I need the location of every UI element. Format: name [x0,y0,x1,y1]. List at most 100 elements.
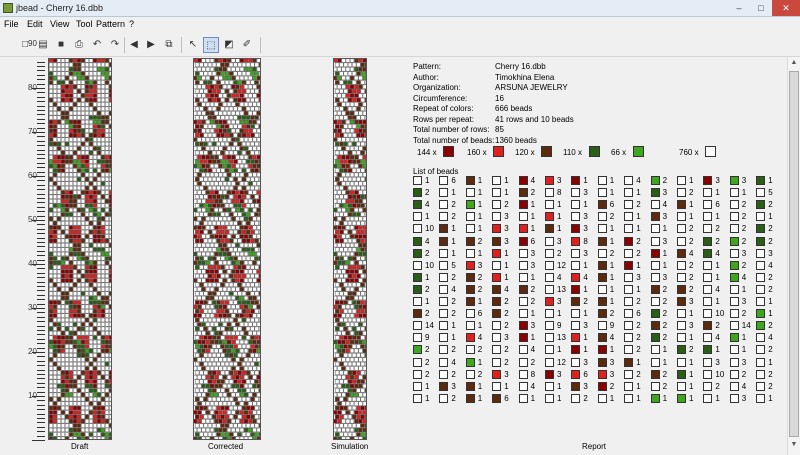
bead-cell [248,102,253,107]
bead-cell [210,216,215,221]
bead-cell [229,309,234,314]
bead-cell [69,326,73,331]
bead-cell [77,419,81,424]
bead-cell [229,265,234,270]
fill-icon[interactable]: ◩ [221,37,237,53]
draft-view[interactable] [48,58,112,440]
corrected-view[interactable] [193,58,261,440]
bead-cell [334,419,338,424]
ruler-tick [37,400,45,402]
bead-cell [53,181,57,186]
bead-cell [93,111,97,116]
bead-cell [101,436,105,439]
pointer-icon[interactable]: ↖ [185,37,201,53]
simulation-view[interactable] [333,58,367,440]
print-icon[interactable]: ⎙ [71,37,87,53]
bead-cell [65,379,69,384]
redo-icon[interactable]: ↷ [107,37,123,53]
bead-count: 3 [741,248,747,258]
bead-cell [53,401,57,406]
rotate-right-icon[interactable]: ▶ [143,37,159,53]
bead-cell [220,97,225,103]
bead-color-swatch [650,284,660,294]
rotate-left-icon[interactable]: ◀ [126,37,142,53]
scroll-down-icon[interactable]: ▼ [788,439,800,451]
bead-cell [352,282,357,287]
bead-color-swatch [571,284,581,294]
arrange-icon[interactable]: ⧉ [161,37,177,53]
bead-cell [224,405,229,411]
bead-cell [93,383,97,389]
menu-file[interactable]: File [4,19,19,29]
bead-cell [194,155,198,160]
open-icon[interactable]: ▤ [35,37,51,53]
bead-cell [350,278,355,283]
bead-cell [109,133,111,138]
bead-color-swatch [571,188,581,198]
bead-cell [101,335,105,340]
bead-cell [197,155,202,160]
bead-cell [343,300,348,305]
bead-cell [337,304,342,309]
bead-cell [65,419,69,424]
select-icon[interactable]: ⬚ [203,37,219,53]
maximize-button[interactable]: □ [750,0,772,16]
bead-cell [254,238,259,243]
undo-icon[interactable]: ↶ [89,37,105,53]
bead-cell [85,291,89,296]
menu-view[interactable]: View [50,19,69,29]
bead-cell [97,313,101,318]
menu-edit[interactable]: Edit [27,19,43,29]
bead-color-swatch [465,272,475,282]
bead-cell [214,392,219,397]
bead-count: 8 [557,188,562,198]
close-button[interactable]: ✕ [772,0,800,16]
bead-cell [89,370,93,375]
vertical-scrollbar[interactable]: ▲ ▼ [787,57,800,455]
bead-cell [241,344,246,349]
bead-cell [109,93,111,98]
bead-cell [105,111,109,116]
bead-cell [105,309,109,314]
bead-cell [358,155,363,160]
bead-cell [335,194,340,199]
bead-cell [85,137,89,142]
scroll-up-icon[interactable]: ▲ [788,57,800,69]
bead-cell [235,251,240,257]
bead-cell [356,344,361,349]
ruler-label: 50 [28,215,37,224]
bead-cell [229,423,234,428]
bead-count: 3 [768,248,773,258]
bead-cell [81,133,85,138]
bead-list-entry: 5 [756,188,786,198]
bead-cell [233,326,238,331]
bead-cell [73,212,77,217]
menu-tool[interactable]: Tool [76,19,93,29]
bead-cell [246,177,251,182]
bead-cell [360,229,365,235]
bead-cell [69,229,73,235]
bead-cell [210,366,215,371]
pipette-icon[interactable]: ✐ [239,37,255,53]
bead-cell [229,106,234,111]
bead-cell [345,251,350,257]
bead-cell [356,300,361,305]
bead-color-swatch [650,369,660,379]
bead-cell [53,190,57,195]
ruler-tick [37,347,45,349]
ruler-label: 60 [28,171,37,180]
save-icon[interactable]: ■ [53,37,69,53]
info-value: Cherry 16.dbb [495,62,546,71]
bead-cell [339,133,344,138]
minimize-button[interactable]: – [728,0,750,16]
bead-cell [356,150,361,155]
bead-cell [356,361,361,367]
bead-cell [49,361,53,367]
menu-pattern[interactable]: Pattern [96,19,125,29]
scroll-thumb[interactable] [789,71,799,437]
bead-color-swatch [439,176,449,185]
menu-help[interactable]: ? [129,19,134,29]
bead-cell [85,282,89,287]
bead-color-swatch [439,248,449,258]
bead-cell [203,405,208,411]
